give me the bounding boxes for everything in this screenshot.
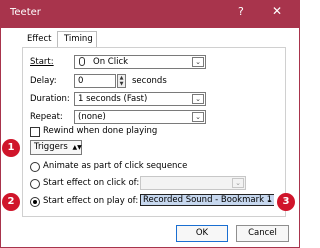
tab-timing[interactable]: Timing [57, 31, 97, 48]
duration-dropdown[interactable]: 1 seconds (Fast) ⌄ [74, 92, 206, 106]
chevron-down-icon[interactable]: ⌄ [266, 194, 273, 206]
help-button[interactable]: ? [238, 5, 244, 18]
chevron-down-icon[interactable]: ⌄ [192, 112, 204, 122]
rewind-label[interactable]: Rewind when done playing [43, 126, 157, 136]
expand-arrows-icon: ▲▼ [72, 144, 82, 151]
start-value: On Click [93, 57, 129, 67]
title-bar: Teeter ? ✕ [0, 0, 300, 28]
radio-start-on-play-label[interactable]: Start effect on play of: [43, 196, 138, 206]
radio-start-on-play[interactable] [30, 197, 40, 207]
radio-click-sequence[interactable] [30, 162, 40, 172]
delay-spinner[interactable]: ▲ ▼ [117, 74, 126, 88]
delay-label: Delay: [30, 76, 57, 86]
duration-value: 1 seconds (Fast) [78, 94, 148, 104]
repeat-dropdown[interactable]: (none) ⌄ [74, 110, 206, 124]
repeat-value: (none) [78, 112, 106, 122]
triggers-button[interactable]: Triggers ▲▼ [30, 140, 82, 155]
radio-start-on-click-label[interactable]: Start effect on click of: [43, 178, 139, 188]
callout-badge-3: 3 [277, 193, 295, 211]
spin-down-icon[interactable]: ▼ [118, 81, 125, 87]
radio-click-sequence-label[interactable]: Animate as part of click sequence [43, 161, 187, 171]
duration-label: Duration: [30, 94, 70, 104]
ok-button[interactable]: OK [176, 225, 228, 242]
rewind-checkbox[interactable] [30, 127, 40, 137]
start-label-text: Start: [30, 57, 54, 67]
play-of-dropdown[interactable]: Recorded Sound - Bookmark 1 ⌄ [140, 194, 274, 208]
click-of-dropdown[interactable]: ⌄ [140, 176, 246, 190]
callout-badge-1: 1 [2, 139, 20, 157]
chevron-down-icon[interactable]: ⌄ [232, 178, 244, 188]
start-dropdown[interactable]: On Click ⌄ [74, 55, 206, 69]
radio-start-on-click[interactable] [30, 179, 40, 189]
triggers-label: Triggers [34, 142, 68, 152]
chevron-down-icon[interactable]: ⌄ [192, 94, 204, 104]
chevron-down-icon[interactable]: ⌄ [192, 57, 204, 67]
delay-unit: seconds [132, 76, 167, 86]
delay-input[interactable]: 0 [74, 74, 116, 88]
callout-badge-2: 2 [2, 193, 20, 211]
start-label: Start: [30, 57, 54, 67]
tab-effect[interactable]: Effect [27, 33, 51, 48]
mouse-pointer-icon [79, 57, 85, 66]
cancel-button[interactable]: Cancel [236, 225, 289, 242]
play-of-value: Recorded Sound - Bookmark 1 [140, 194, 274, 206]
close-button[interactable]: ✕ [272, 4, 282, 18]
window-title: Teeter [10, 7, 41, 18]
repeat-label: Repeat: [30, 112, 63, 122]
